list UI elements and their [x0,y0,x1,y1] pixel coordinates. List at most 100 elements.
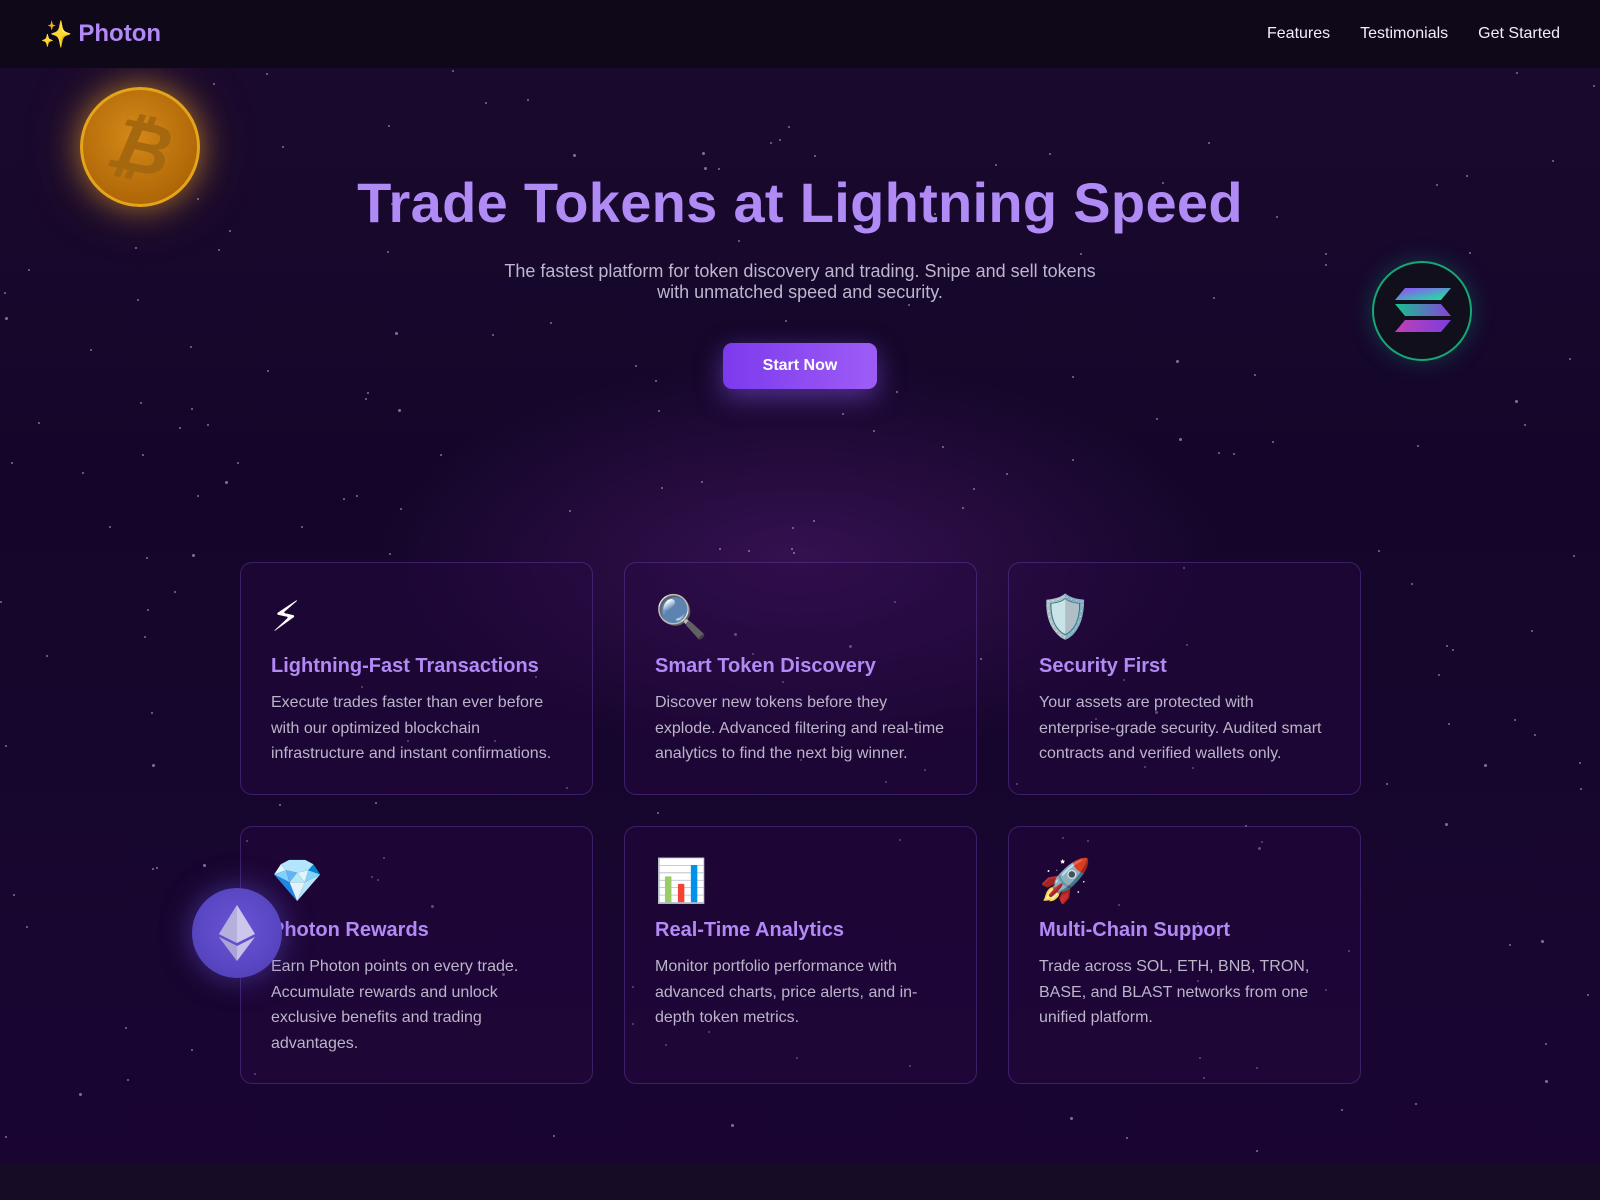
star [192,554,195,557]
feature-title: Smart Token Discovery [655,655,876,677]
star [82,472,84,474]
star [842,413,844,415]
nav-link-testimonials[interactable]: Testimonials [1360,25,1448,43]
nav-links: Features Testimonials Get Started [1267,25,1560,43]
star [1378,550,1380,552]
star [942,446,944,448]
feature-card-token-discovery: 🔍 Smart Token Discovery Discover new tok… [624,562,977,795]
brand-logo[interactable]: ✨ Photon [40,20,161,48]
star [140,402,142,404]
star [813,520,815,522]
star [1126,1137,1128,1139]
star [127,1079,129,1081]
shield-icon: 🛡️ [1039,593,1092,640]
star [1484,764,1487,767]
star [1531,630,1533,632]
star [1579,762,1581,764]
feature-card-lightning-fast: ⚡ Lightning-Fast Transactions Execute tr… [240,562,593,795]
star [661,487,663,489]
ethereum-icon [192,888,282,978]
star [1580,788,1582,790]
star [203,864,206,867]
bar-chart-icon: 📊 [655,857,708,904]
star [151,712,153,714]
feature-card-multichain: 🚀 Multi-Chain Support Trade across SOL, … [1008,826,1361,1084]
gem-icon: 💎 [271,857,324,904]
star [365,398,367,400]
star [156,867,158,869]
star [147,609,149,611]
star [1573,555,1575,557]
star [896,391,898,393]
star [1070,1117,1073,1120]
star [1524,424,1526,426]
star [46,655,48,657]
star [731,1124,734,1127]
star [658,410,660,412]
feature-title: Real-Time Analytics [655,919,844,941]
star [179,427,181,429]
star [1445,823,1448,826]
star [5,745,7,747]
star [400,508,402,510]
star [792,527,794,529]
star [1256,1150,1258,1152]
star [1179,438,1182,441]
star [356,495,358,497]
star [1541,940,1544,943]
star [793,552,795,554]
star [367,392,369,394]
start-now-button[interactable]: Start Now [722,343,878,389]
star [207,424,209,426]
star [191,408,193,410]
nav-link-features[interactable]: Features [1267,25,1330,43]
star [1438,674,1440,676]
star [791,548,793,550]
star [1545,1043,1547,1045]
star [1006,473,1008,475]
star [1587,994,1589,996]
star [237,462,239,464]
feature-description: Monitor portfolio performance with advan… [655,958,918,1026]
feature-description: Execute trades faster than ever before w… [271,694,552,762]
star [1415,1103,1417,1105]
nav-link-get-started[interactable]: Get Started [1478,25,1560,43]
star [398,409,401,412]
hero-subtitle: The fastest platform for token discovery… [504,261,1096,302]
feature-title: Lightning-Fast Transactions [271,655,539,677]
rocket-icon: 🚀 [1039,857,1092,904]
star [142,454,144,456]
star [144,636,146,638]
star [1272,441,1274,443]
star [1452,649,1454,651]
star [440,454,442,456]
star [197,495,199,497]
star [191,1049,193,1051]
star [1509,944,1511,946]
star [146,557,148,559]
star [109,526,111,528]
star [11,462,13,464]
star [962,507,964,509]
ethereum-logo-icon [219,905,255,961]
star [973,488,975,490]
features-grid: ⚡ Lightning-Fast Transactions Execute tr… [240,562,1361,1084]
sparkles-icon: ✨ [40,19,73,49]
feature-description: Your assets are protected with enterpris… [1039,694,1322,762]
feature-description: Earn Photon points on every trade. Accum… [271,958,519,1052]
hero-title: Trade Tokens at Lightning Speed [357,171,1243,234]
star [343,498,345,500]
footer-strip [0,1164,1600,1200]
star [1341,1109,1343,1111]
star [748,550,750,552]
star [225,481,228,484]
star [1218,452,1220,454]
star [79,1093,82,1096]
star [1156,418,1158,420]
feature-title: Multi-Chain Support [1039,919,1231,941]
feature-title: Photon Rewards [271,919,429,941]
brand-name: Photon [78,20,162,47]
star [1417,445,1419,447]
lightning-icon: ⚡ [271,593,301,640]
star [125,1027,127,1029]
